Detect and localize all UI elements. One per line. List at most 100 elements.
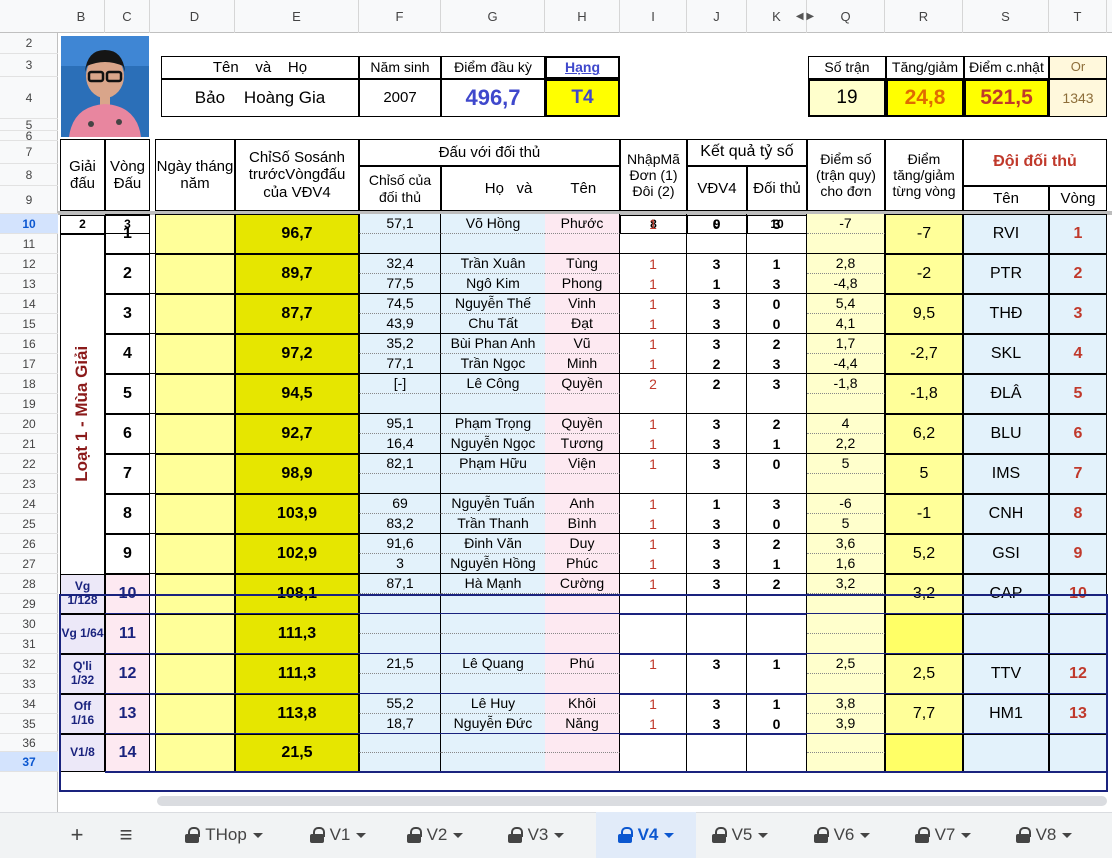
diem-vdv4-10-0[interactable]: 3 xyxy=(687,574,747,594)
ma-3-0[interactable]: 1 xyxy=(620,294,687,314)
row-header-8[interactable]: 8 xyxy=(0,164,58,186)
ten-doi-thu-1-1[interactable] xyxy=(545,234,620,254)
ten-doi-thu-14-1[interactable] xyxy=(545,753,620,772)
chiso-doi-thu-9-0[interactable]: 91,6 xyxy=(359,534,441,554)
row-header-7[interactable]: 7 xyxy=(0,141,58,164)
chiso-doi-thu-5-1[interactable] xyxy=(359,394,441,414)
diem-doi-thu-9-1[interactable]: 1 xyxy=(747,554,807,574)
chiso-doi-thu-4-1[interactable]: 77,1 xyxy=(359,354,441,374)
ngay-6[interactable] xyxy=(155,414,235,454)
chiso-doi-thu-2-0[interactable]: 32,4 xyxy=(359,254,441,274)
sheet-tab-v1[interactable]: V1 xyxy=(296,812,380,858)
row-header-29[interactable]: 29 xyxy=(0,594,58,614)
row-header-17[interactable]: 17 xyxy=(0,354,58,374)
ma-4-1[interactable]: 1 xyxy=(620,354,687,374)
ten-doi-thu-5-1[interactable] xyxy=(545,394,620,414)
column-header-r[interactable]: R xyxy=(885,0,963,33)
chevron-down-icon[interactable] xyxy=(356,832,367,838)
add-sheet-button[interactable]: + xyxy=(55,812,99,858)
hidden-columns-toggle[interactable]: ◀ ▶ xyxy=(790,0,820,33)
diem-doi-thu-5-1[interactable] xyxy=(747,394,807,414)
chiso-doi-thu-5-0[interactable]: [-] xyxy=(359,374,441,394)
ten-doi-thu-4-0[interactable]: Vũ xyxy=(545,334,620,354)
ma-9-1[interactable]: 1 xyxy=(620,554,687,574)
column-header-i[interactable]: I xyxy=(620,0,687,33)
ma-7-1[interactable] xyxy=(620,474,687,494)
ten-doi-thu-12-0[interactable]: Phú xyxy=(545,654,620,674)
ngay-5[interactable] xyxy=(155,374,235,414)
diem-vdv4-13-0[interactable]: 3 xyxy=(687,694,747,714)
ho-doi-thu-12-0[interactable]: Lê Quang xyxy=(441,654,545,674)
ma-3-1[interactable]: 1 xyxy=(620,314,687,334)
ten-doi-thu-11-1[interactable] xyxy=(545,634,620,654)
diem-vdv4-1-0[interactable]: 0 xyxy=(687,214,747,234)
ngay-12[interactable] xyxy=(155,654,235,694)
horizontal-scrollbar[interactable] xyxy=(157,796,1107,806)
ngay-3[interactable] xyxy=(155,294,235,334)
ten-doi-thu-8-1[interactable]: Bình xyxy=(545,514,620,534)
diem-vdv4-13-1[interactable]: 3 xyxy=(687,714,747,734)
diem-doi-thu-6-0[interactable]: 2 xyxy=(747,414,807,434)
row-header-30[interactable]: 30 xyxy=(0,614,58,634)
ngay-4[interactable] xyxy=(155,334,235,374)
chiso-doi-thu-2-1[interactable]: 77,5 xyxy=(359,274,441,294)
ten-doi-thu-9-0[interactable]: Duy xyxy=(545,534,620,554)
column-header-j[interactable]: J xyxy=(687,0,747,33)
ho-doi-thu-4-1[interactable]: Trần Ngọc xyxy=(441,354,545,374)
ten-doi-thu-8-0[interactable]: Anh xyxy=(545,494,620,514)
diem-vdv4-2-1[interactable]: 1 xyxy=(687,274,747,294)
chevron-down-icon[interactable] xyxy=(961,832,972,838)
diem-doi-thu-2-0[interactable]: 1 xyxy=(747,254,807,274)
chiso-doi-thu-8-0[interactable]: 69 xyxy=(359,494,441,514)
ten-doi-thu-5-0[interactable]: Quyền xyxy=(545,374,620,394)
diem-doi-thu-7-0[interactable]: 0 xyxy=(747,454,807,474)
ho-doi-thu-3-0[interactable]: Nguyễn Thế xyxy=(441,294,545,314)
sheet-tab-v3[interactable]: V3 xyxy=(494,812,578,858)
diem-vdv4-4-1[interactable]: 2 xyxy=(687,354,747,374)
ten-doi-thu-13-0[interactable]: Khôi xyxy=(545,694,620,714)
diem-vdv4-2-0[interactable]: 3 xyxy=(687,254,747,274)
ten-doi-thu-9-1[interactable]: Phúc xyxy=(545,554,620,574)
ho-doi-thu-14-0[interactable] xyxy=(441,734,545,753)
ma-10-1[interactable] xyxy=(620,594,687,614)
column-header-e[interactable]: E xyxy=(235,0,359,33)
ho-doi-thu-4-0[interactable]: Bùi Phan Anh xyxy=(441,334,545,354)
row-header-18[interactable]: 18 xyxy=(0,374,58,394)
ngay-9[interactable] xyxy=(155,534,235,574)
ten-doi-thu-2-1[interactable]: Phong xyxy=(545,274,620,294)
chiso-doi-thu-9-1[interactable]: 3 xyxy=(359,554,441,574)
diem-doi-thu-10-1[interactable] xyxy=(747,594,807,614)
row-header-28[interactable]: 28 xyxy=(0,574,58,594)
diem-doi-thu-14-1[interactable] xyxy=(747,753,807,772)
ma-1-0[interactable]: 1 xyxy=(620,214,687,234)
row-header-23[interactable]: 23 xyxy=(0,474,58,494)
sheet-tab-v8[interactable]: V8 xyxy=(1002,812,1086,858)
chiso-doi-thu-6-1[interactable]: 16,4 xyxy=(359,434,441,454)
ma-5-0[interactable]: 2 xyxy=(620,374,687,394)
ten-doi-thu-10-1[interactable] xyxy=(545,594,620,614)
chiso-doi-thu-14-0[interactable] xyxy=(359,734,441,753)
ho-doi-thu-1-1[interactable] xyxy=(441,234,545,254)
row-header-24[interactable]: 24 xyxy=(0,494,58,514)
diem-doi-thu-1-0[interactable]: 3 xyxy=(747,214,807,234)
ho-doi-thu-14-1[interactable] xyxy=(441,753,545,772)
chevron-down-icon[interactable] xyxy=(860,832,871,838)
ngay-1[interactable] xyxy=(155,214,235,254)
column-header-t[interactable]: T xyxy=(1049,0,1107,33)
row-header-33[interactable]: 33 xyxy=(0,674,58,694)
ho-doi-thu-10-0[interactable]: Hà Mạnh xyxy=(441,574,545,594)
column-header-c[interactable]: C xyxy=(105,0,150,33)
row-header-15[interactable]: 15 xyxy=(0,314,58,334)
ngay-14[interactable] xyxy=(155,734,235,772)
diem-doi-thu-8-1[interactable]: 0 xyxy=(747,514,807,534)
chiso-doi-thu-10-0[interactable]: 87,1 xyxy=(359,574,441,594)
ma-12-0[interactable]: 1 xyxy=(620,654,687,674)
chiso-doi-thu-14-1[interactable] xyxy=(359,753,441,772)
ma-7-0[interactable]: 1 xyxy=(620,454,687,474)
ma-8-1[interactable]: 1 xyxy=(620,514,687,534)
diem-vdv4-9-1[interactable]: 3 xyxy=(687,554,747,574)
row-header-19[interactable]: 19 xyxy=(0,394,58,414)
ho-doi-thu-11-1[interactable] xyxy=(441,634,545,654)
diem-doi-thu-11-0[interactable] xyxy=(747,614,807,634)
ten-doi-thu-2-0[interactable]: Tùng xyxy=(545,254,620,274)
